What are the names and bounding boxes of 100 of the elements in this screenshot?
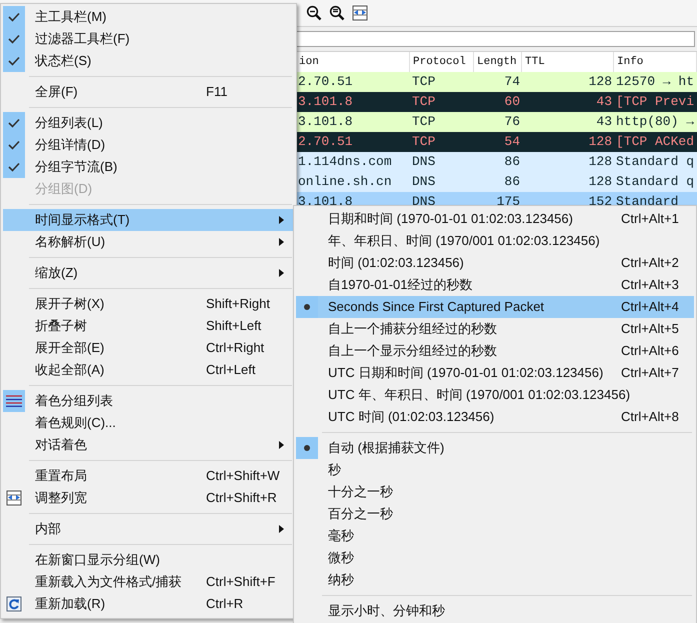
menu-item-label: 着色分组列表: [35, 392, 114, 410]
menu-item-label: 分组图(D): [35, 180, 94, 198]
menu-item-label: UTC 日期和时间 (1970-01-01 01:02:03.123456): [328, 364, 604, 382]
menu-item[interactable]: 对话着色: [3, 434, 294, 456]
radio-indicator[interactable]: [296, 437, 318, 459]
menu-item[interactable]: 名称解析(U): [3, 231, 294, 253]
shortcut-label: Ctrl+Shift+R: [206, 489, 277, 508]
menu-item[interactable]: 十分之一秒: [296, 481, 694, 503]
menu-item[interactable]: 分组字节流(B): [3, 156, 294, 178]
menu-item-label: 自上一个捕获分组经过的秒数: [328, 320, 498, 338]
packet-row[interactable]: online.sh.cn DNS 86 128 Standard q: [296, 172, 697, 192]
menu-item-label: 内部: [35, 520, 62, 538]
packet-row[interactable]: 2.70.51 TCP 54 128 [TCP ACKed: [296, 132, 697, 152]
table-cell-text: 54: [503, 133, 521, 152]
menu-item[interactable]: UTC 时间 (01:02:03.123456) Ctrl+Alt+8: [296, 406, 694, 428]
checkbox[interactable]: [3, 112, 25, 134]
packet-row[interactable]: 2.70.51 TCP 74 128 12570 → ht: [296, 72, 697, 92]
checkbox[interactable]: [3, 50, 25, 72]
menu-item[interactable]: 自动 (根据捕获文件): [296, 437, 694, 459]
menu-item[interactable]: 自上一个捕获分组经过的秒数 Ctrl+Alt+5: [296, 318, 694, 340]
checkbox[interactable]: [3, 6, 25, 28]
shortcut-label: F11: [206, 83, 228, 102]
menu-item[interactable]: 秒: [296, 459, 694, 481]
menu-item[interactable]: 重置布局 Ctrl+Shift+W: [3, 465, 294, 487]
zoom-reset-icon[interactable]: [329, 5, 345, 21]
table-cell-text: 43: [595, 93, 613, 112]
table-cell-text: 128: [588, 153, 613, 172]
shortcut-label: Shift+Right: [206, 295, 270, 314]
menu-item-label: 状态栏(S): [35, 52, 92, 70]
submenu-arrow-icon: [279, 441, 284, 449]
menu-item[interactable]: 自上一个显示分组经过的秒数 Ctrl+Alt+6: [296, 340, 694, 362]
menu-item[interactable]: 重新载入为文件格式/捕获 Ctrl+Shift+F: [3, 571, 294, 593]
shortcut-label: Shift+Left: [206, 317, 262, 336]
submenu-arrow-icon: [279, 525, 284, 533]
column-resize-icon[interactable]: [352, 5, 368, 21]
menu-item[interactable]: 缩放(Z): [3, 262, 294, 284]
table-cell-text: [TCP ACKed: [615, 133, 696, 152]
packet-row[interactable]: 1.114dns.com DNS 86 128 Standard q: [296, 152, 697, 172]
menu-item-label: 分组字节流(B): [35, 158, 118, 176]
menu-item[interactable]: 年、年积日、时间 (1970/001 01:02:03.123456): [296, 230, 694, 252]
menu-item[interactable]: 在新窗口显示分组(W): [3, 549, 294, 571]
shortcut-label: Ctrl+Right: [206, 339, 264, 358]
menu-item[interactable]: 时间 (01:02:03.123456) Ctrl+Alt+2: [296, 252, 694, 274]
menu-item[interactable]: 分组详情(D): [3, 134, 294, 156]
menu-item-label: 全屏(F): [35, 83, 79, 102]
table-cell-text: online.sh.cn: [297, 173, 393, 192]
menu-item[interactable]: UTC 日期和时间 (1970-01-01 01:02:03.123456) Ctrl+Alt+7: [296, 362, 694, 384]
menu-item[interactable]: 调整列宽 Ctrl+Shift+R: [3, 487, 294, 509]
menu-item[interactable]: 收起全部(A) Ctrl+Left: [3, 359, 294, 381]
menu-item[interactable]: 展开子树(X) Shift+Right: [3, 293, 294, 315]
menu-item-label: 重新加载(R): [35, 595, 106, 614]
menu-item[interactable]: 折叠子树 Shift+Left: [3, 315, 294, 337]
menu-item[interactable]: 状态栏(S): [3, 50, 294, 72]
menu-item[interactable]: Seconds Since First Captured Packet Ctrl+Alt+4: [296, 296, 694, 318]
zoom-out-icon[interactable]: [306, 5, 322, 21]
check-icon: [8, 118, 20, 128]
table-cell-text: 74: [503, 73, 521, 92]
radio-indicator[interactable]: [296, 296, 318, 318]
table-cell-text: 3.101.8: [297, 93, 354, 112]
menu-item[interactable]: 全屏(F) F11: [3, 81, 294, 103]
menu-item[interactable]: 纳秒: [296, 569, 694, 591]
menu-item-label: 对话着色: [35, 436, 88, 454]
menu-item[interactable]: 着色规则(C)...: [3, 412, 294, 434]
check-icon: [8, 140, 20, 150]
shortcut-label: Ctrl+Alt+7: [621, 364, 679, 382]
table-cell-text: 86: [503, 153, 521, 172]
menu-item[interactable]: 百分之一秒: [296, 503, 694, 525]
toggle-indicator[interactable]: [3, 390, 25, 412]
checkbox[interactable]: [3, 156, 25, 178]
menu-item[interactable]: 重新加载(R) Ctrl+R: [3, 593, 294, 615]
menu-item[interactable]: 主工具栏(M): [3, 6, 294, 28]
submenu-arrow-icon: [279, 238, 284, 246]
table-cell-text: TCP: [411, 93, 436, 112]
shortcut-label: Ctrl+R: [206, 595, 244, 614]
table-cell-text: 128: [588, 173, 613, 192]
menu-item[interactable]: 微秒: [296, 547, 694, 569]
menu-item[interactable]: 过滤器工具栏(F): [3, 28, 294, 50]
shortcut-label: Ctrl+Shift+W: [206, 467, 280, 486]
shortcut-label: Ctrl+Left: [206, 361, 256, 380]
shortcut-label: Ctrl+Alt+6: [621, 342, 679, 360]
menu-item-label: 时间 (01:02:03.123456): [328, 254, 465, 272]
packet-row[interactable]: 3.101.8 TCP 76 43 http(80) →: [296, 112, 697, 132]
menu-item[interactable]: 着色分组列表: [3, 390, 294, 412]
menu-item-label: UTC 年、年积日、时间 (1970/001 01:02:03.123456): [328, 386, 632, 404]
menu-item[interactable]: UTC 年、年积日、时间 (1970/001 01:02:03.123456): [296, 384, 694, 406]
menu-item[interactable]: 分组列表(L): [3, 112, 294, 134]
shortcut-label: Ctrl+Alt+5: [621, 320, 679, 338]
menu-item[interactable]: 毫秒: [296, 525, 694, 547]
menu-item[interactable]: 展开全部(E) Ctrl+Right: [3, 337, 294, 359]
menu-item[interactable]: 自1970-01-01经过的秒数 Ctrl+Alt+3: [296, 274, 694, 296]
menu-item-label: 折叠子树: [35, 317, 88, 336]
table-cell-text: 3.101.8: [297, 113, 354, 132]
menu-item[interactable]: 内部: [3, 518, 294, 540]
menu-item-label: UTC 时间 (01:02:03.123456): [328, 408, 496, 426]
menu-item[interactable]: 时间显示格式(T): [3, 209, 294, 231]
menu-item-label: 分组列表(L): [35, 114, 104, 132]
menu-item[interactable]: 显示小时、分钟和秒: [296, 600, 694, 622]
packet-row[interactable]: 3.101.8 TCP 60 43 [TCP Previ: [296, 92, 697, 112]
reload-icon: [6, 596, 22, 612]
check-icon: [8, 162, 20, 172]
